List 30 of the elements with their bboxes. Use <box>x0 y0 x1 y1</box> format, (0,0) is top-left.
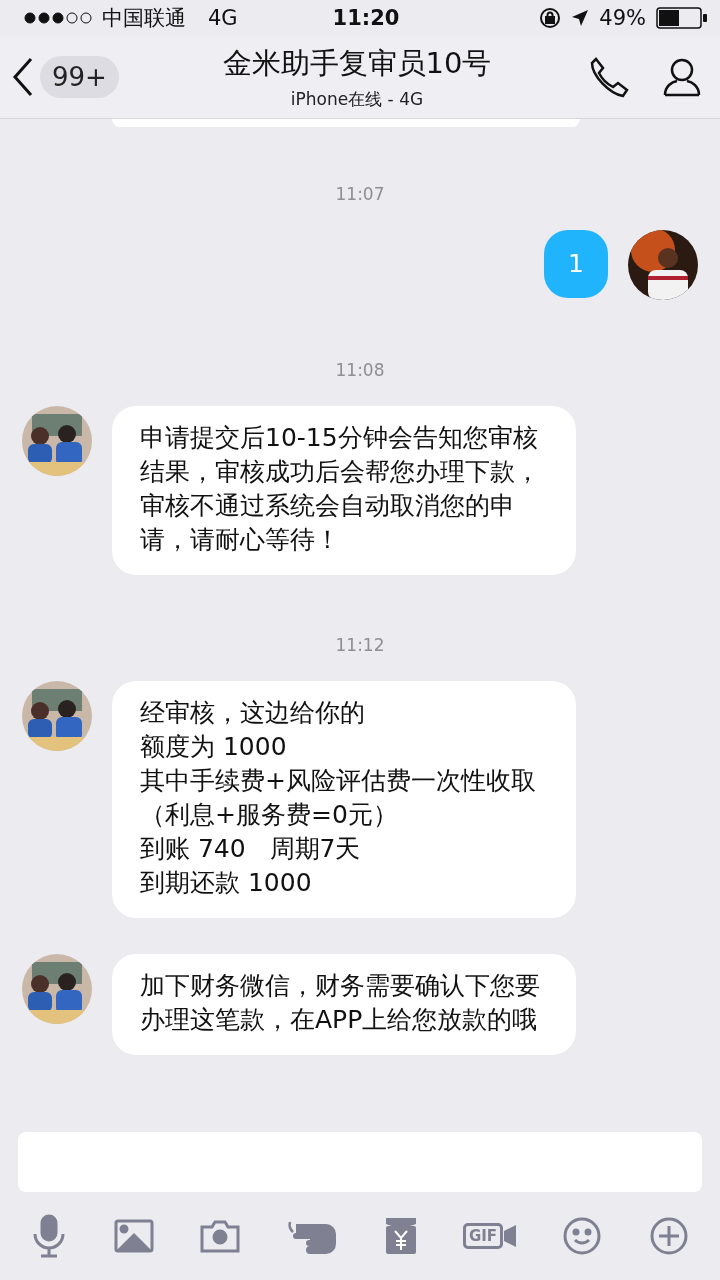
online-status: iPhone在线 - 4G <box>290 87 424 111</box>
phone-icon[interactable] <box>588 56 630 98</box>
message-line: 额度为 1000 <box>140 731 288 763</box>
message-bubble: 申请提交后10-15分钟会告知您审核结果，审核成功后会帮您办理下款，审核不通过系统会自动取消您的申请，请耐心等待！ <box>112 406 576 575</box>
timestamp: 11:12 <box>335 635 385 655</box>
message-line: 到账 740 周期7天 <box>140 833 362 865</box>
envelope-icon[interactable] <box>384 1217 417 1255</box>
timestamp: 11:07 <box>335 184 385 204</box>
timestamp: 11:08 <box>335 360 385 380</box>
signal-icon <box>24 12 94 24</box>
battery-percent: 49% <box>599 6 646 30</box>
message-bubble: 加下财务微信，财务需要确认下您要办理这笔款，在APP上给您放款的哦 <box>112 954 576 1055</box>
message-line: 到期还款 1000 <box>140 867 313 899</box>
message-bubble: 1 <box>544 230 608 298</box>
message-line: 经审核，这边给你的 <box>140 697 366 729</box>
person-icon[interactable] <box>662 57 702 97</box>
chat-title: 金米助手复审员10号 <box>222 44 492 82</box>
location-arrow-icon <box>571 9 590 27</box>
smiley-icon[interactable] <box>562 1216 603 1256</box>
image-icon[interactable] <box>113 1219 154 1253</box>
rotation-lock-icon <box>539 7 562 29</box>
message-line: 其中手续费+风险评估费一次性收取（利息+服务费=0元） <box>140 765 537 831</box>
status-time: 11:20 <box>332 6 400 30</box>
network-type: 4G <box>208 6 238 30</box>
back-icon[interactable] <box>12 57 34 97</box>
carrier-name: 中国联通 <box>102 5 186 32</box>
unread-badge: 99+ <box>40 56 119 98</box>
camera-icon[interactable] <box>199 1219 240 1253</box>
battery-icon <box>656 7 708 29</box>
add-icon[interactable] <box>648 1216 689 1256</box>
